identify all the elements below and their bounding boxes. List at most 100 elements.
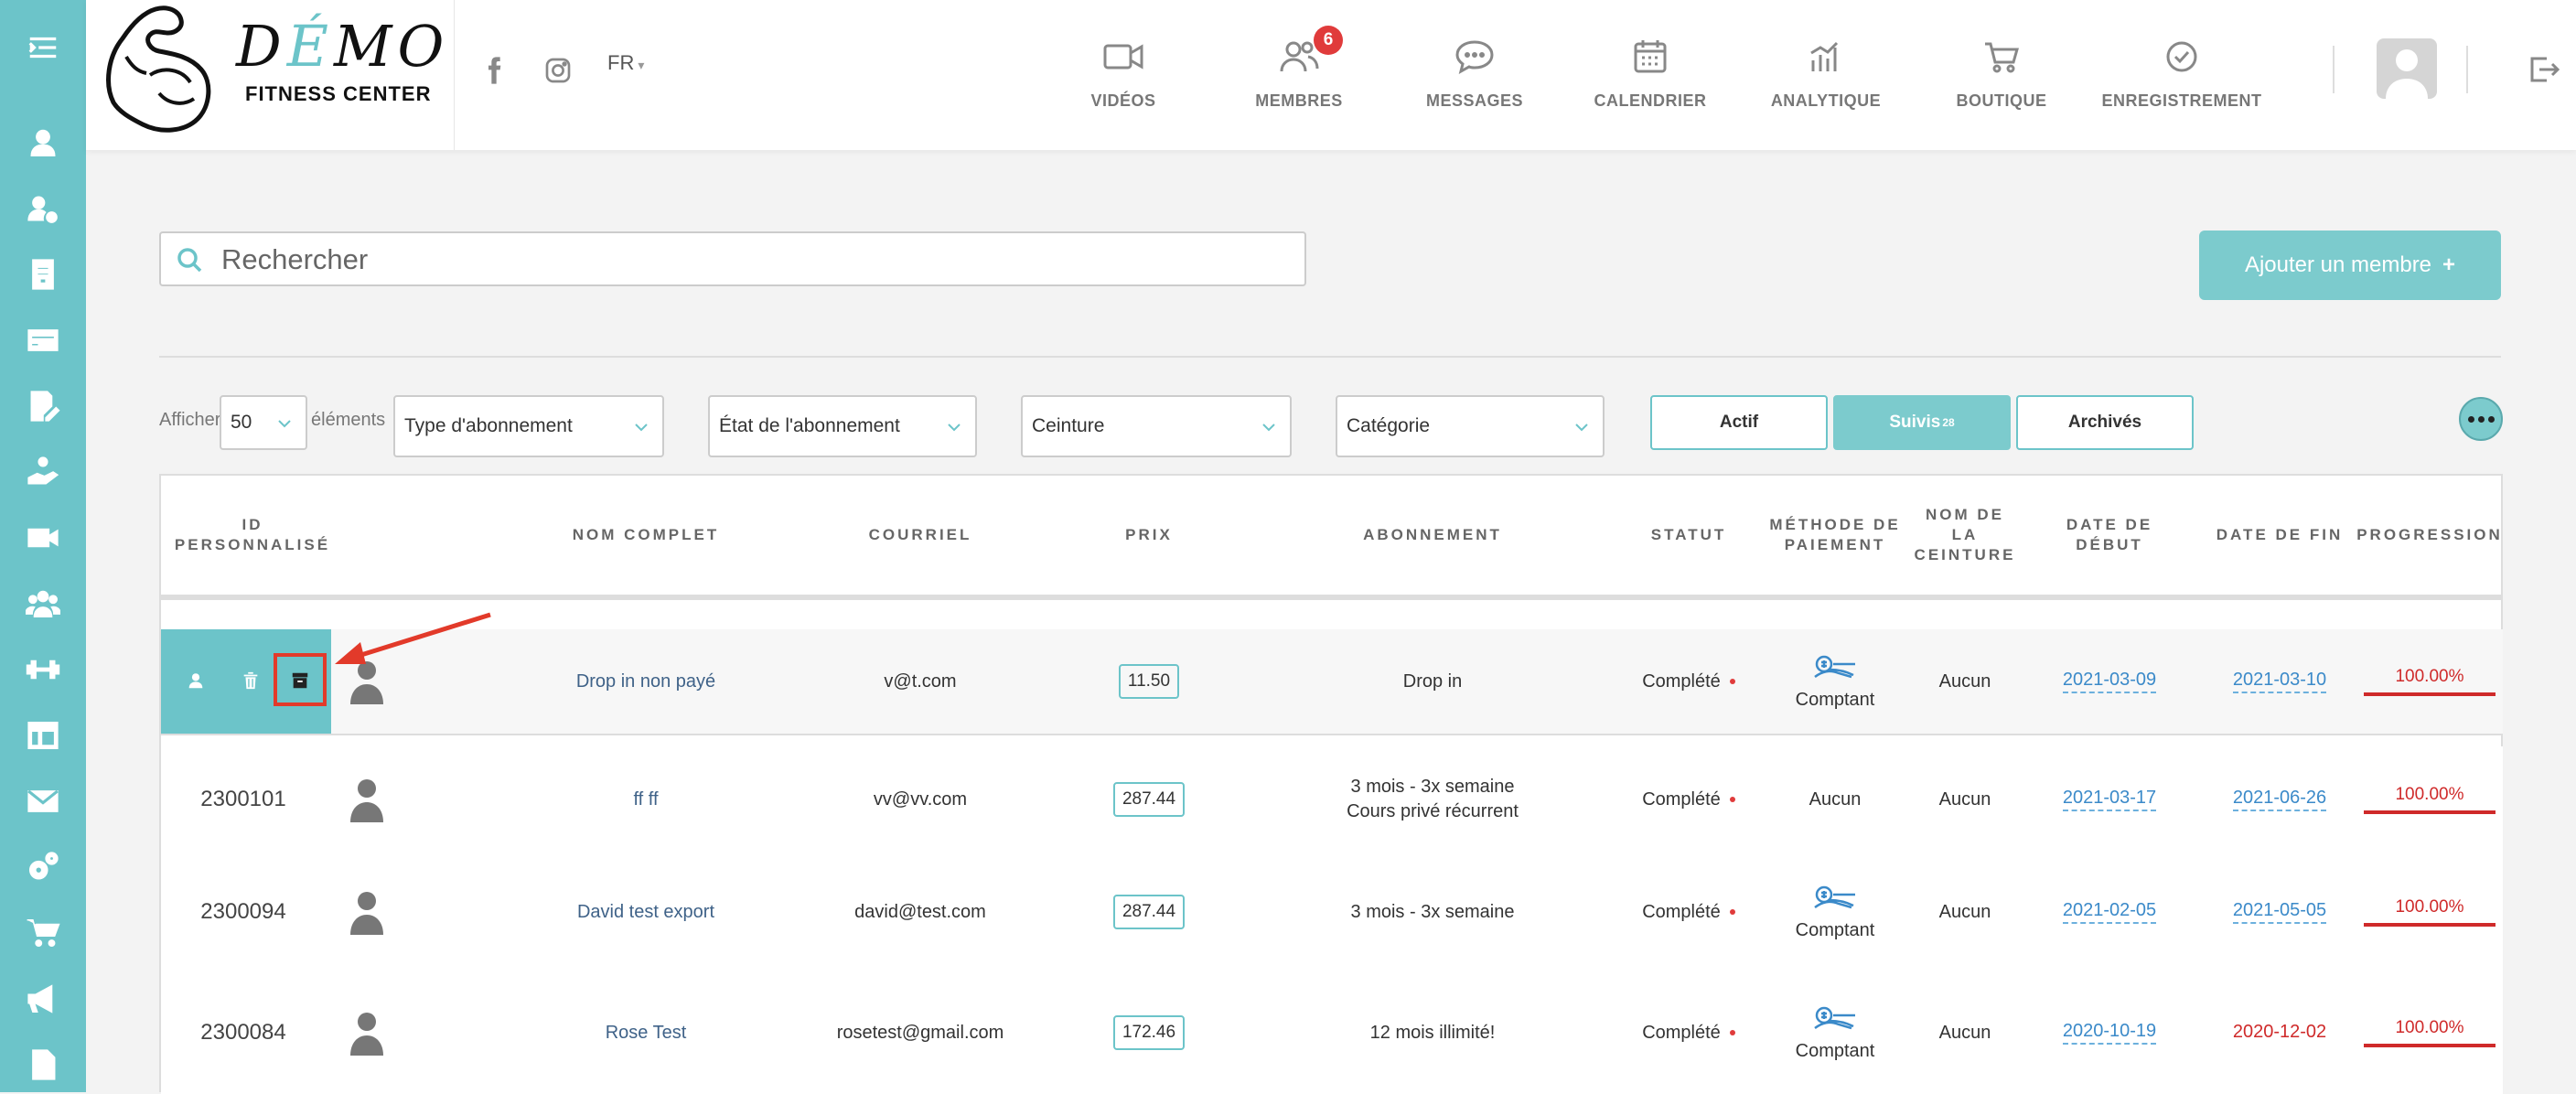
col-header-subscription[interactable]: ABONNEMENT [1295,476,1570,595]
nav-shop[interactable]: BOUTIQUE [1924,0,2079,150]
more-options-button[interactable] [2459,397,2503,441]
table-row[interactable]: Drop in non payé v@t.com 11.50 Drop in C… [161,629,2503,735]
hand-care-icon[interactable] [0,446,86,498]
member-belt: Aucun [1938,788,1991,810]
trash-icon[interactable] [232,662,269,699]
analytics-icon [1804,35,1848,79]
chevron-down-icon [278,420,291,428]
header-divider [2333,46,2334,93]
col-header-start[interactable]: DATE DE DÉBUT [2055,476,2164,595]
member-email: vv@vv.com [873,788,968,810]
subscription-state-select[interactable]: État de l'abonnement [708,395,977,457]
member-avatar [344,971,390,1094]
instagram-icon[interactable] [543,50,573,91]
member-belt: Aucun [1938,901,1991,922]
member-name[interactable]: ff ff [527,746,765,853]
member-start-date[interactable]: 2021-02-05 [2055,853,2164,971]
plus-icon: + [2442,252,2456,277]
nav-messages[interactable]: MESSAGES [1397,0,1552,150]
facebook-icon[interactable] [479,50,509,91]
col-header-status[interactable]: STATUT [1615,476,1762,595]
edit-document-icon[interactable] [0,381,86,432]
member-end-date[interactable]: 2020-12-02 [2197,971,2362,1094]
table-row[interactable]: 2300101 ff ff vv@vv.com 287.44 3 mois - … [161,746,2503,854]
user-silhouette-icon [2386,49,2428,99]
view-profile-icon[interactable] [177,662,214,699]
language-select[interactable]: FR ▾ [607,51,644,75]
archive-highlight-box [274,653,327,706]
followed-count: 28 [1942,416,1955,429]
member-end-date[interactable]: 2021-03-10 [2197,629,2362,734]
settings-gears-icon[interactable] [0,842,86,893]
tab-followed[interactable]: Suivis 28 [1833,395,2011,450]
col-header-payment[interactable]: MÉTHODE DE PAIEMENT [1762,476,1908,595]
annotation-arrow [335,612,491,664]
nav-members[interactable]: 6 MEMBRES [1221,0,1377,150]
category-select[interactable]: Catégorie [1336,395,1605,457]
col-header-belt[interactable]: NOM DE LA CEINTURE [1910,476,2020,595]
col-header-price[interactable]: PRIX [1076,476,1222,595]
user-settings-icon[interactable] [0,183,86,234]
member-avatar [344,853,390,971]
status-dot-icon [1729,909,1735,915]
member-payment: Comptant [1762,629,1908,734]
col-header-email[interactable]: COURRIEL [820,476,1021,595]
credit-card-icon[interactable] [0,315,86,366]
col-header-id[interactable]: ID PERSONNALISÉ [170,476,335,595]
page-size-select[interactable]: 50 [220,395,307,450]
shopping-cart-icon[interactable] [0,907,86,959]
member-subscription: 3 mois - 3x semaine [1350,901,1515,922]
member-email: rosetest@gmail.com [836,1022,1004,1043]
member-price: 287.44 [1076,746,1222,853]
nav-analytics[interactable]: ANALYTIQUE [1748,0,1904,150]
member-price: 287.44 [1076,853,1222,971]
member-subscription: Drop in [1402,670,1463,692]
layout-icon[interactable] [0,710,86,761]
member-start-date[interactable]: 2021-03-17 [2055,746,2164,853]
avatar[interactable] [2377,38,2437,99]
member-status: Complété [1615,853,1762,971]
table-row[interactable]: 2300094 David test export david@test.com… [161,853,2503,973]
table-row[interactable]: 2300084 Rose Test rosetest@gmail.com 172… [161,971,2503,1094]
dumbbell-icon[interactable] [0,644,86,695]
logo[interactable]: DÉMO FITNESS CENTER [86,0,455,150]
member-name[interactable]: Rose Test [527,971,765,1094]
search-input[interactable] [220,239,1284,281]
megaphone-icon[interactable] [0,973,86,1024]
nav-videos[interactable]: VIDÉOS [1046,0,1201,150]
left-sidebar [0,0,86,1092]
subscription-type-select[interactable]: Type d'abonnement [393,395,664,457]
cash-hand-icon [1814,1006,1855,1029]
nav-checkin[interactable]: ENREGISTREMENT [2099,0,2264,150]
belt-select[interactable]: Ceinture [1021,395,1292,457]
document-icon[interactable] [0,1039,86,1090]
member-start-date[interactable]: 2021-03-09 [2055,629,2164,734]
member-name[interactable]: David test export [527,853,765,971]
col-header-end[interactable]: DATE DE FIN [2197,476,2362,595]
calendar-icon [1628,35,1672,79]
col-header-progress[interactable]: PROGRESSION [2356,476,2503,595]
add-member-button[interactable]: Ajouter un membre + [2199,231,2501,300]
member-payment: Aucun [1809,788,1862,810]
user-icon[interactable] [0,117,86,168]
member-id: 2300101 [200,787,286,811]
mail-icon[interactable] [0,776,86,827]
menu-collapse-icon[interactable] [0,22,86,73]
tab-active[interactable]: Actif [1650,395,1828,450]
member-end-date[interactable]: 2021-06-26 [2197,746,2362,853]
member-email: david@test.com [854,901,986,922]
invoice-icon[interactable] [0,249,86,300]
col-header-name[interactable]: NOM COMPLET [527,476,765,595]
chevron-down-icon: ▾ [638,58,645,72]
member-subscription: 3 mois - 3x semaine Cours privé récurrent [1347,777,1519,821]
nav-calendar[interactable]: CALENDRIER [1572,0,1728,150]
video-camera-icon[interactable] [0,512,86,563]
tab-archived[interactable]: Archivés [2016,395,2194,450]
member-start-date[interactable]: 2020-10-19 [2055,971,2164,1094]
member-name[interactable]: Drop in non payé [527,629,765,734]
logout-icon[interactable] [2525,51,2561,92]
group-icon[interactable] [0,578,86,629]
member-subscription: 12 mois illimité! [1369,1022,1496,1043]
dot-icon [2467,415,2474,423]
member-end-date[interactable]: 2021-05-05 [2197,853,2362,971]
